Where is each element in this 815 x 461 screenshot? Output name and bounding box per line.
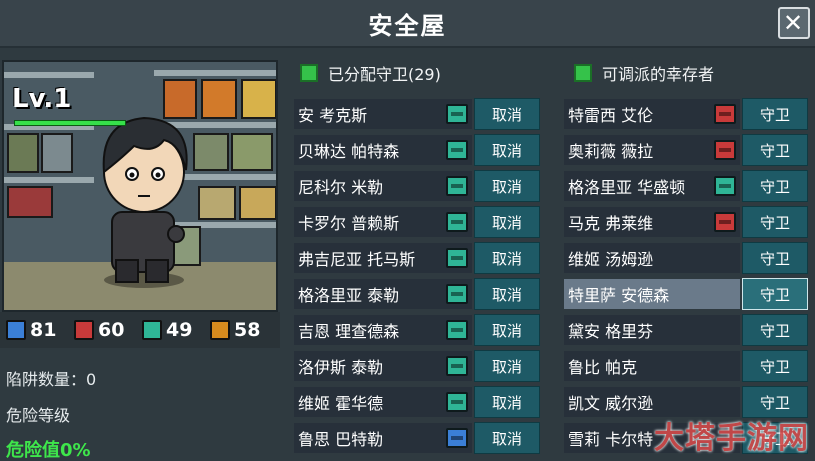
survivor-name: 鲁比 帕克 — [564, 351, 740, 381]
weapon-icon — [446, 284, 468, 304]
guard-button[interactable]: 守卫 — [742, 350, 808, 382]
cancel-button[interactable]: 取消 — [474, 206, 540, 238]
list-item[interactable]: 弗吉尼亚 托马斯 取消 — [290, 240, 546, 276]
weapon-icon — [446, 212, 468, 232]
guard-button[interactable]: 守卫 — [742, 278, 808, 310]
resource-teal: 49 — [142, 319, 210, 341]
resource-bar: 81 60 49 58 — [0, 312, 280, 348]
guard-button[interactable]: 守卫 — [742, 206, 808, 238]
blue-resource-icon — [6, 320, 26, 340]
cancel-button[interactable]: 取消 — [474, 134, 540, 166]
weapon-icon — [714, 176, 736, 196]
list-item[interactable]: 吉恩 理查德森 取消 — [290, 312, 546, 348]
close-button[interactable]: ✕ — [778, 7, 810, 39]
guard-button[interactable]: 守卫 — [742, 170, 808, 202]
weapon-icon — [446, 140, 468, 160]
cancel-button[interactable]: 取消 — [474, 98, 540, 130]
weapon-icon — [714, 140, 736, 160]
list-item[interactable]: 黛安 格里芬 守卫 — [560, 312, 810, 348]
survivor-name: 黛安 格里芬 — [564, 315, 740, 345]
resource-value: 81 — [30, 319, 57, 341]
cancel-button[interactable]: 取消 — [474, 422, 540, 454]
traps-count: 陷阱数量：0 — [6, 370, 97, 389]
list-item[interactable]: 安 考克斯 取消 — [290, 96, 546, 132]
guard-button[interactable]: 守卫 — [742, 134, 808, 166]
list-item[interactable]: 奥莉薇 薇拉 守卫 — [560, 132, 810, 168]
list-item[interactable]: 特雷西 艾伦 守卫 — [560, 96, 810, 132]
resource-value: 49 — [166, 319, 193, 341]
assigned-checkbox-icon[interactable] — [300, 64, 318, 82]
close-icon: ✕ — [782, 9, 806, 37]
available-header: 可调派的幸存者 — [574, 60, 714, 86]
danger-level-label: 危险等级 — [6, 406, 71, 425]
list-item[interactable]: 特里萨 安德森 守卫 — [560, 276, 810, 312]
level-label: Lv.1 — [12, 84, 72, 114]
cancel-button[interactable]: 取消 — [474, 170, 540, 202]
assigned-header: 已分配守卫(29) — [300, 60, 441, 86]
list-item[interactable]: 维姬 汤姆逊 守卫 — [560, 240, 810, 276]
weapon-icon — [446, 392, 468, 412]
danger-value: 危险值0% — [6, 440, 91, 461]
list-item[interactable]: 格洛里亚 华盛顿 守卫 — [560, 168, 810, 204]
assigned-header-label: 已分配守卫(29) — [328, 65, 441, 84]
guard-button[interactable]: 守卫 — [742, 242, 808, 274]
list-item[interactable]: 鲁思 巴特勒 取消 — [290, 420, 546, 456]
cancel-button[interactable]: 取消 — [474, 350, 540, 382]
list-item[interactable]: 卡罗尔 普赖斯 取消 — [290, 204, 546, 240]
weapon-icon — [446, 356, 468, 376]
window-title: 安全屋 — [368, 11, 447, 40]
cancel-button[interactable]: 取消 — [474, 314, 540, 346]
weapon-icon — [446, 104, 468, 124]
weapon-icon — [446, 428, 468, 448]
experience-bar — [14, 120, 126, 126]
watermark: 大塔手游网 — [654, 421, 809, 456]
orange-resource-icon — [210, 320, 230, 340]
assigned-list: 安 考克斯 取消 贝琳达 帕特森 取消 尼科尔 米勒 取消 卡罗尔 普赖斯 取消 弗吉尼亚 托马… — [290, 96, 546, 456]
list-item[interactable]: 维姬 霍华德 取消 — [290, 384, 546, 420]
survivor-name: 特里萨 安德森 — [564, 279, 740, 309]
resource-blue: 81 — [6, 319, 74, 341]
guard-button[interactable]: 守卫 — [742, 98, 808, 130]
list-item[interactable]: 贝琳达 帕特森 取消 — [290, 132, 546, 168]
character-scene: Lv.1 — [2, 60, 278, 312]
cancel-button[interactable]: 取消 — [474, 278, 540, 310]
title-bar: 安全屋 ✕ — [0, 0, 815, 48]
list-item[interactable]: 洛伊斯 泰勒 取消 — [290, 348, 546, 384]
available-header-label: 可调派的幸存者 — [602, 65, 715, 84]
resource-value: 60 — [98, 319, 125, 341]
available-checkbox-icon[interactable] — [574, 64, 592, 82]
cancel-button[interactable]: 取消 — [474, 242, 540, 274]
guard-button[interactable]: 守卫 — [742, 314, 808, 346]
available-list: 特雷西 艾伦 守卫 奥莉薇 薇拉 守卫 格洛里亚 华盛顿 守卫 马克 弗莱维 守卫 维姬 汤姆逊… — [560, 96, 810, 456]
list-item[interactable]: 鲁比 帕克 守卫 — [560, 348, 810, 384]
cancel-button[interactable]: 取消 — [474, 386, 540, 418]
weapon-icon — [446, 248, 468, 268]
weapon-icon — [446, 320, 468, 340]
red-resource-icon — [74, 320, 94, 340]
survivor-name: 维姬 汤姆逊 — [564, 243, 740, 273]
weapon-icon — [446, 176, 468, 196]
weapon-icon — [714, 104, 736, 124]
weapon-icon — [714, 212, 736, 232]
list-item[interactable]: 格洛里亚 泰勒 取消 — [290, 276, 546, 312]
resource-red: 60 — [74, 319, 142, 341]
list-item[interactable]: 尼科尔 米勒 取消 — [290, 168, 546, 204]
teal-resource-icon — [142, 320, 162, 340]
resource-value: 58 — [234, 319, 261, 341]
resource-orange: 58 — [210, 319, 278, 341]
list-item[interactable]: 马克 弗莱维 守卫 — [560, 204, 810, 240]
